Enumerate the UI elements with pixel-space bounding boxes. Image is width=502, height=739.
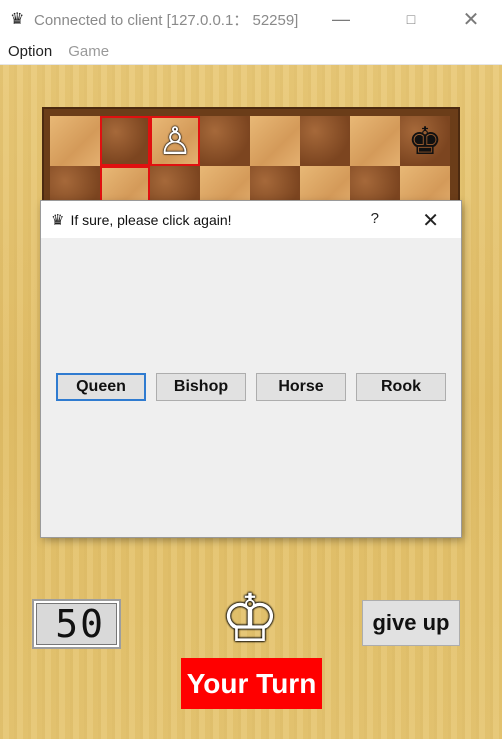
square-c1[interactable]: ♙ (150, 116, 200, 166)
turn-indicator: Your Turn (181, 658, 322, 709)
square-h1[interactable]: ♚ (400, 116, 450, 166)
menu-option[interactable]: Option (0, 43, 60, 60)
menu-game[interactable]: Game (60, 43, 117, 60)
dialog-title: If sure, please click again! (70, 211, 232, 228)
rook-button[interactable]: Rook (356, 373, 446, 401)
square-g1[interactable] (350, 116, 400, 166)
close-button[interactable]: ✕ (448, 0, 494, 38)
maximize-button[interactable]: □ (388, 0, 434, 38)
horse-button[interactable]: Horse (256, 373, 346, 401)
square-b1[interactable] (100, 116, 150, 166)
queen-icon: ♛ (51, 211, 65, 229)
chess-board: ♙ ♚ (42, 107, 460, 216)
title-bar: ♛ Connected to client [127.0.0.1： 52259]… (0, 0, 502, 38)
help-button[interactable]: ? (371, 210, 379, 227)
square-f1[interactable] (300, 116, 350, 166)
menu-bar: Option Game (0, 38, 502, 65)
square-e1[interactable] (250, 116, 300, 166)
dialog-title-bar: ♛ If sure, please click again! ? ✕ (41, 201, 461, 238)
dialog-close-button[interactable]: ✕ (422, 208, 439, 233)
queen-button[interactable]: Queen (56, 373, 146, 401)
queen-icon: ♛ (10, 11, 25, 28)
white-king-icon: ♔ (220, 581, 280, 655)
minimize-button[interactable]: — (318, 0, 364, 38)
square-d1[interactable] (200, 116, 250, 166)
window-title: Connected to client [127.0.0.1： 52259] (34, 11, 299, 29)
square-a1[interactable] (50, 116, 100, 166)
promotion-dialog: ♛ If sure, please click again! ? ✕ Queen… (41, 201, 461, 537)
give-up-button[interactable]: give up (362, 600, 460, 646)
move-timer: 50 (32, 599, 121, 649)
bishop-button[interactable]: Bishop (156, 373, 246, 401)
